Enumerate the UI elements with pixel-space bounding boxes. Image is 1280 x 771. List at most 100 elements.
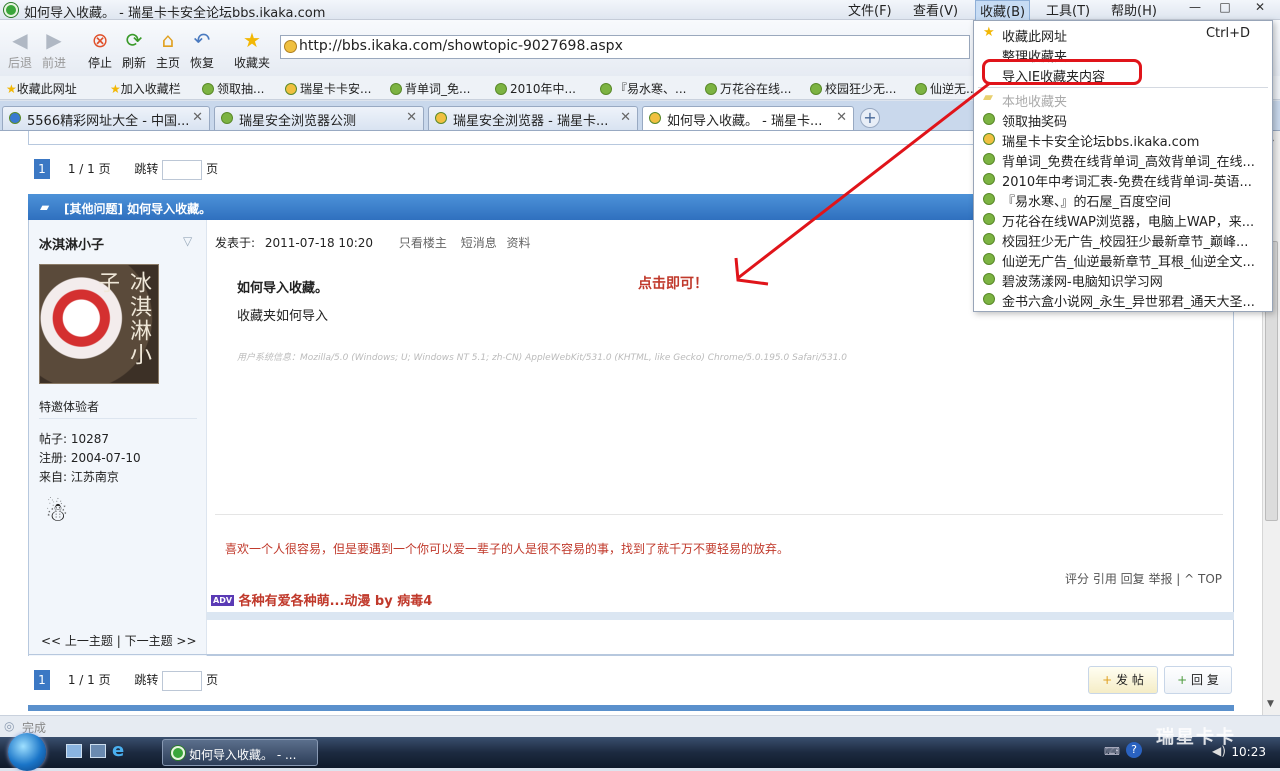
- page-icon: [983, 193, 995, 205]
- new-tab-plus-icon[interactable]: +: [860, 108, 880, 128]
- tab-beta[interactable]: 瑞星安全浏览器公测 ✕: [214, 106, 424, 130]
- avatar: 冰淇淋小子: [39, 264, 159, 384]
- menu-view[interactable]: 查看(V): [913, 0, 958, 19]
- page-icon: [221, 112, 233, 124]
- user-posts: 帖子: 10287: [39, 432, 110, 446]
- add-favorite-item[interactable]: ★ 收藏此网址 Ctrl+D: [976, 24, 1270, 44]
- dropdown-bookmark[interactable]: 领取抽奖码: [976, 109, 1270, 129]
- profile-link[interactable]: 资料: [507, 236, 531, 250]
- bookmark-item[interactable]: 仙逆无...: [915, 80, 973, 97]
- dropdown-bookmark[interactable]: 瑞星卡卡安全论坛bbs.ikaka.com: [976, 129, 1270, 149]
- address-bar[interactable]: http://bbs.ikaka.com/showtopic-9027698.a…: [280, 35, 970, 59]
- keyboard-icon[interactable]: ⌨: [1104, 745, 1120, 758]
- bookmark-item[interactable]: 万花谷在线...: [705, 80, 791, 97]
- bookmark-item[interactable]: 『易水寒、...: [600, 80, 686, 97]
- close-tab-icon[interactable]: ✕: [192, 110, 203, 125]
- highlight-box: [982, 59, 1142, 85]
- url-text: http://bbs.ikaka.com/showtopic-9027698.a…: [299, 38, 623, 54]
- prev-next-nav[interactable]: << 上一主题 | 下一主题 >>: [28, 625, 1234, 655]
- dropdown-bookmark[interactable]: 背单词_免费在线背单词_高效背单词_在线...: [976, 149, 1270, 169]
- bookmark-item[interactable]: 校园狂少无...: [810, 80, 896, 97]
- page-number[interactable]: 1: [34, 159, 50, 179]
- user-registered: 注册: 2004-07-10: [39, 451, 141, 465]
- star-icon: ★: [243, 28, 261, 52]
- minimize-button[interactable]: —: [1180, 0, 1210, 17]
- switch-windows-icon[interactable]: [90, 744, 106, 758]
- user-from: 来自: 江苏南京: [39, 470, 119, 484]
- plus-icon: +: [1102, 673, 1117, 687]
- scroll-down-icon[interactable]: ▼: [1267, 699, 1274, 709]
- menu-help[interactable]: 帮助(H): [1111, 0, 1157, 19]
- chevron-down-icon[interactable]: ▽: [183, 234, 192, 248]
- start-button[interactable]: [8, 733, 46, 771]
- plus-icon: +: [1177, 673, 1192, 687]
- dropdown-bookmark[interactable]: 『易水寒、』的石屋_百度空间: [976, 189, 1270, 209]
- only-author-link[interactable]: 只看楼主: [399, 236, 447, 250]
- user-rank: 特邀体验者: [39, 400, 100, 414]
- close-tab-icon[interactable]: ✕: [406, 110, 417, 125]
- ad-link[interactable]: ADV 各种有爱各种萌...动漫 by 病毒4: [211, 590, 432, 609]
- page-icon: [983, 253, 995, 265]
- close-tab-icon[interactable]: ✕: [620, 110, 631, 125]
- jump-input[interactable]: [162, 670, 203, 691]
- divider: [215, 514, 1223, 515]
- bookmark-item[interactable]: ★收藏此网址: [6, 80, 77, 97]
- menu-file[interactable]: 文件(F): [848, 0, 892, 19]
- page-icon: [915, 83, 927, 95]
- post-actions[interactable]: 评分 引用 回复 举报 | ^ TOP: [1065, 570, 1222, 587]
- bookmark-item[interactable]: 领取抽...: [202, 80, 264, 97]
- forward-button[interactable]: ▶ 前进: [34, 28, 74, 71]
- page-icon: [983, 113, 995, 125]
- page-icon: [600, 83, 612, 95]
- dropdown-bookmark[interactable]: 校园狂少无广告_校园狂少最新章节_巅峰...: [976, 229, 1270, 249]
- ad-strip: [207, 612, 1234, 620]
- page-icon: [649, 112, 661, 124]
- dropdown-bookmark[interactable]: 万花谷在线WAP浏览器，电脑上WAP，来...: [976, 209, 1270, 229]
- favorites-button[interactable]: ★ 收藏夹: [230, 28, 274, 71]
- star-icon: ★: [6, 82, 17, 96]
- folder-icon: ▰: [983, 90, 993, 105]
- bookmark-item[interactable]: 背单词_免...: [390, 80, 470, 97]
- restore-button[interactable]: ↶ 恢复: [182, 28, 222, 71]
- author-name[interactable]: 冰淇淋小子: [39, 234, 104, 253]
- page-icon: [983, 153, 995, 165]
- tab-current[interactable]: 如何导入收藏。 - 瑞星卡... ✕: [642, 106, 854, 130]
- browser-logo-icon: [4, 3, 18, 17]
- ie-icon[interactable]: e: [112, 740, 124, 761]
- bookmark-item[interactable]: 瑞星卡卡安...: [285, 80, 371, 97]
- dropdown-bookmark[interactable]: 仙逆无广告_仙逆最新章节_耳根_仙逆全文...: [976, 249, 1270, 269]
- page-icon: [983, 293, 995, 305]
- maximize-button[interactable]: □: [1210, 0, 1240, 17]
- dropdown-bookmark[interactable]: 2010年中考词汇表-免费在线背单词-英语...: [976, 169, 1270, 189]
- bookmark-item[interactable]: 2010年中...: [495, 80, 576, 97]
- menu-favorites[interactable]: 收藏(B): [975, 0, 1031, 21]
- show-desktop-icon[interactable]: [66, 744, 82, 758]
- page-number[interactable]: 1: [34, 670, 50, 690]
- tab-rising-browser[interactable]: 瑞星安全浏览器 - 瑞星卡... ✕: [428, 106, 638, 130]
- jump-input[interactable]: [162, 159, 203, 180]
- menu-tools[interactable]: 工具(T): [1046, 0, 1090, 19]
- tab-5566[interactable]: 5566精彩网址大全 - 中国... ✕: [2, 106, 210, 130]
- title-bar: 如何导入收藏。 - 瑞星卡卡安全论坛bbs.ikaka.com 文件(F) 查看…: [0, 0, 1280, 21]
- page-icon: [983, 133, 995, 145]
- clock: 10:23: [1231, 745, 1266, 759]
- close-tab-icon[interactable]: ✕: [836, 110, 847, 125]
- message-link[interactable]: 短消息: [461, 236, 497, 250]
- page-icon: [495, 83, 507, 95]
- taskbar: e 如何导入收藏。 - ... ⌨ ? ◀) 10:23 瑞星卡卡: [0, 727, 1280, 771]
- post-date: 2011-07-18 10:20: [264, 236, 374, 250]
- bookmark-item[interactable]: ★加入收藏栏: [110, 80, 181, 97]
- star-icon: ★: [983, 25, 995, 40]
- reply-button[interactable]: + 回 复: [1164, 666, 1232, 694]
- help-icon[interactable]: ?: [1126, 742, 1142, 758]
- page-icon: [285, 83, 297, 95]
- annotation-text: 点击即可！: [638, 276, 708, 292]
- dropdown-bookmark[interactable]: 碧波荡漾网-电脑知识学习网: [976, 269, 1270, 289]
- taskbar-window-button[interactable]: 如何导入收藏。 - ...: [162, 739, 318, 766]
- dropdown-bookmark[interactable]: 金书六盒小说网_永生_异世邪君_通天大圣...: [976, 289, 1270, 309]
- window-title: 如何导入收藏。 - 瑞星卡卡安全论坛bbs.ikaka.com: [24, 6, 326, 21]
- close-window-button[interactable]: ✕: [1245, 0, 1275, 17]
- undo-icon: ↶: [193, 28, 211, 52]
- status-icon: ◎: [4, 719, 15, 733]
- new-post-button[interactable]: + 发 帖: [1088, 666, 1158, 694]
